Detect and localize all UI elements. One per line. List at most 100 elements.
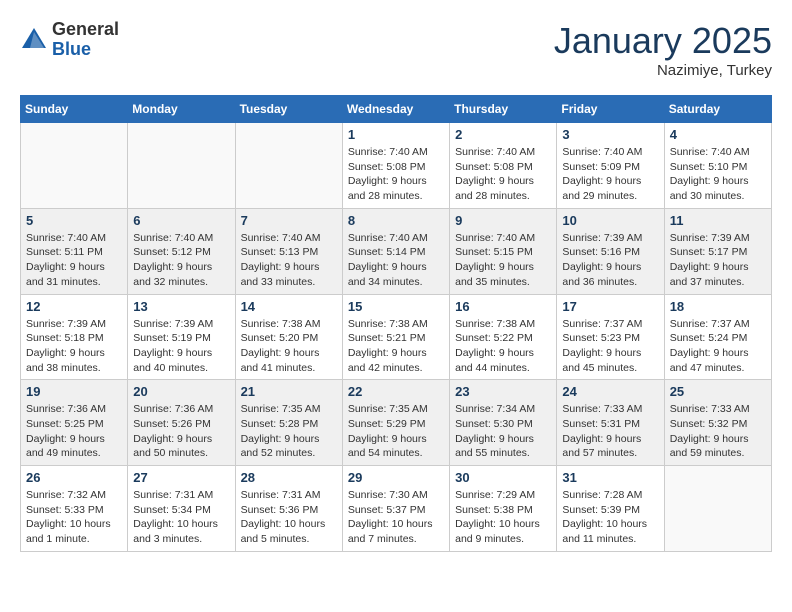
day-info: Sunrise: 7:31 AM Sunset: 5:36 PM Dayligh… — [241, 488, 337, 547]
day-number: 2 — [455, 127, 551, 142]
day-info: Sunrise: 7:39 AM Sunset: 5:18 PM Dayligh… — [26, 317, 122, 376]
day-number: 31 — [562, 470, 658, 485]
calendar-cell — [21, 123, 128, 209]
location-subtitle: Nazimiye, Turkey — [554, 62, 772, 79]
day-number: 20 — [133, 384, 229, 399]
logo-icon — [20, 26, 48, 54]
day-info: Sunrise: 7:39 AM Sunset: 5:19 PM Dayligh… — [133, 317, 229, 376]
day-number: 19 — [26, 384, 122, 399]
day-number: 22 — [348, 384, 444, 399]
day-info: Sunrise: 7:39 AM Sunset: 5:16 PM Dayligh… — [562, 231, 658, 290]
day-info: Sunrise: 7:38 AM Sunset: 5:21 PM Dayligh… — [348, 317, 444, 376]
calendar-cell: 13 Sunrise: 7:39 AM Sunset: 5:19 PM Dayli… — [128, 294, 235, 380]
day-number: 1 — [348, 127, 444, 142]
day-number: 27 — [133, 470, 229, 485]
calendar-cell: 2 Sunrise: 7:40 AM Sunset: 5:08 PM Daylig… — [450, 123, 557, 209]
week-row-2: 5 Sunrise: 7:40 AM Sunset: 5:11 PM Daylig… — [21, 208, 772, 294]
day-info: Sunrise: 7:38 AM Sunset: 5:22 PM Dayligh… — [455, 317, 551, 376]
calendar-cell: 26Sunrise: 7:32 AM Sunset: 5:33 PM Dayli… — [21, 466, 128, 552]
day-info: Sunrise: 7:29 AM Sunset: 5:38 PM Dayligh… — [455, 488, 551, 547]
day-number: 29 — [348, 470, 444, 485]
day-info: Sunrise: 7:34 AM Sunset: 5:30 PM Dayligh… — [455, 402, 551, 461]
calendar-cell: 31Sunrise: 7:28 AM Sunset: 5:39 PM Dayli… — [557, 466, 664, 552]
calendar-cell: 9 Sunrise: 7:40 AM Sunset: 5:15 PM Daylig… — [450, 208, 557, 294]
day-number: 7 — [241, 213, 337, 228]
header-saturday: Saturday — [664, 96, 771, 123]
calendar-cell — [128, 123, 235, 209]
day-number: 24 — [562, 384, 658, 399]
logo-general-text: General — [52, 19, 119, 39]
day-number: 28 — [241, 470, 337, 485]
calendar-cell: 3Sunrise: 7:40 AM Sunset: 5:09 PM Daylig… — [557, 123, 664, 209]
calendar-cell: 14Sunrise: 7:38 AM Sunset: 5:20 PM Dayli… — [235, 294, 342, 380]
day-number: 13 — [133, 299, 229, 314]
day-number: 4 — [670, 127, 766, 142]
calendar-cell: 21Sunrise: 7:35 AM Sunset: 5:28 PM Dayli… — [235, 380, 342, 466]
day-info: Sunrise: 7:40 AM Sunset: 5:08 PM Dayligh… — [455, 145, 551, 204]
calendar-table: SundayMondayTuesdayWednesdayThursdayFrid… — [20, 95, 772, 552]
calendar-cell: 11 Sunrise: 7:39 AM Sunset: 5:17 PM Dayli… — [664, 208, 771, 294]
title-block: January 2025 Nazimiye, Turkey — [554, 20, 772, 79]
week-row-3: 12 Sunrise: 7:39 AM Sunset: 5:18 PM Dayli… — [21, 294, 772, 380]
calendar-cell: 24Sunrise: 7:33 AM Sunset: 5:31 PM Dayli… — [557, 380, 664, 466]
calendar-cell: 18 Sunrise: 7:37 AM Sunset: 5:24 PM Dayli… — [664, 294, 771, 380]
day-info: Sunrise: 7:32 AM Sunset: 5:33 PM Dayligh… — [26, 488, 122, 547]
calendar-cell: 5 Sunrise: 7:40 AM Sunset: 5:11 PM Daylig… — [21, 208, 128, 294]
day-info: Sunrise: 7:37 AM Sunset: 5:23 PM Dayligh… — [562, 317, 658, 376]
week-row-5: 26Sunrise: 7:32 AM Sunset: 5:33 PM Dayli… — [21, 466, 772, 552]
header-tuesday: Tuesday — [235, 96, 342, 123]
header-thursday: Thursday — [450, 96, 557, 123]
day-info: Sunrise: 7:40 AM Sunset: 5:10 PM Dayligh… — [670, 145, 766, 204]
calendar-cell: 15 Sunrise: 7:38 AM Sunset: 5:21 PM Dayli… — [342, 294, 449, 380]
day-info: Sunrise: 7:35 AM Sunset: 5:28 PM Dayligh… — [241, 402, 337, 461]
calendar-cell: 4 Sunrise: 7:40 AM Sunset: 5:10 PM Daylig… — [664, 123, 771, 209]
day-number: 12 — [26, 299, 122, 314]
calendar-cell: 8 Sunrise: 7:40 AM Sunset: 5:14 PM Daylig… — [342, 208, 449, 294]
month-title: January 2025 — [554, 20, 772, 62]
day-number: 11 — [670, 213, 766, 228]
week-row-4: 19 Sunrise: 7:36 AM Sunset: 5:25 PM Dayli… — [21, 380, 772, 466]
day-number: 15 — [348, 299, 444, 314]
day-info: Sunrise: 7:39 AM Sunset: 5:17 PM Dayligh… — [670, 231, 766, 290]
day-info: Sunrise: 7:40 AM Sunset: 5:11 PM Dayligh… — [26, 231, 122, 290]
day-number: 25 — [670, 384, 766, 399]
calendar-cell: 27 Sunrise: 7:31 AM Sunset: 5:34 PM Dayli… — [128, 466, 235, 552]
calendar-cell: 10Sunrise: 7:39 AM Sunset: 5:16 PM Dayli… — [557, 208, 664, 294]
day-info: Sunrise: 7:40 AM Sunset: 5:14 PM Dayligh… — [348, 231, 444, 290]
calendar-cell: 28 Sunrise: 7:31 AM Sunset: 5:36 PM Dayli… — [235, 466, 342, 552]
calendar-cell: 12 Sunrise: 7:39 AM Sunset: 5:18 PM Dayli… — [21, 294, 128, 380]
day-info: Sunrise: 7:36 AM Sunset: 5:26 PM Dayligh… — [133, 402, 229, 461]
header-sunday: Sunday — [21, 96, 128, 123]
day-number: 9 — [455, 213, 551, 228]
day-info: Sunrise: 7:31 AM Sunset: 5:34 PM Dayligh… — [133, 488, 229, 547]
calendar-cell: 22Sunrise: 7:35 AM Sunset: 5:29 PM Dayli… — [342, 380, 449, 466]
day-info: Sunrise: 7:40 AM Sunset: 5:12 PM Dayligh… — [133, 231, 229, 290]
header-wednesday: Wednesday — [342, 96, 449, 123]
calendar-cell: 25Sunrise: 7:33 AM Sunset: 5:32 PM Dayli… — [664, 380, 771, 466]
calendar-cell: 19 Sunrise: 7:36 AM Sunset: 5:25 PM Dayli… — [21, 380, 128, 466]
calendar-header-row: SundayMondayTuesdayWednesdayThursdayFrid… — [21, 96, 772, 123]
day-number: 18 — [670, 299, 766, 314]
day-info: Sunrise: 7:30 AM Sunset: 5:37 PM Dayligh… — [348, 488, 444, 547]
day-info: Sunrise: 7:40 AM Sunset: 5:09 PM Dayligh… — [562, 145, 658, 204]
calendar-cell: 1Sunrise: 7:40 AM Sunset: 5:08 PM Daylig… — [342, 123, 449, 209]
day-number: 8 — [348, 213, 444, 228]
page-header: General Blue January 2025 Nazimiye, Turk… — [20, 20, 772, 79]
day-number: 5 — [26, 213, 122, 228]
calendar-cell: 16 Sunrise: 7:38 AM Sunset: 5:22 PM Dayli… — [450, 294, 557, 380]
day-number: 30 — [455, 470, 551, 485]
day-info: Sunrise: 7:36 AM Sunset: 5:25 PM Dayligh… — [26, 402, 122, 461]
calendar-cell: 30 Sunrise: 7:29 AM Sunset: 5:38 PM Dayli… — [450, 466, 557, 552]
day-number: 6 — [133, 213, 229, 228]
calendar-cell: 29 Sunrise: 7:30 AM Sunset: 5:37 PM Dayli… — [342, 466, 449, 552]
calendar-cell: 20 Sunrise: 7:36 AM Sunset: 5:26 PM Dayli… — [128, 380, 235, 466]
calendar-cell — [235, 123, 342, 209]
day-number: 16 — [455, 299, 551, 314]
week-row-1: 1 Sunrise: 7:40 AM Sunset: 5:08 PM Daylig… — [21, 123, 772, 209]
day-number: 23 — [455, 384, 551, 399]
calendar-cell — [664, 466, 771, 552]
logo: General Blue — [20, 20, 119, 60]
day-info: Sunrise: 7:37 AM Sunset: 5:24 PM Dayligh… — [670, 317, 766, 376]
calendar-cell: 7Sunrise: 7:40 AM Sunset: 5:13 PM Daylig… — [235, 208, 342, 294]
day-info: Sunrise: 7:40 AM Sunset: 5:15 PM Dayligh… — [455, 231, 551, 290]
